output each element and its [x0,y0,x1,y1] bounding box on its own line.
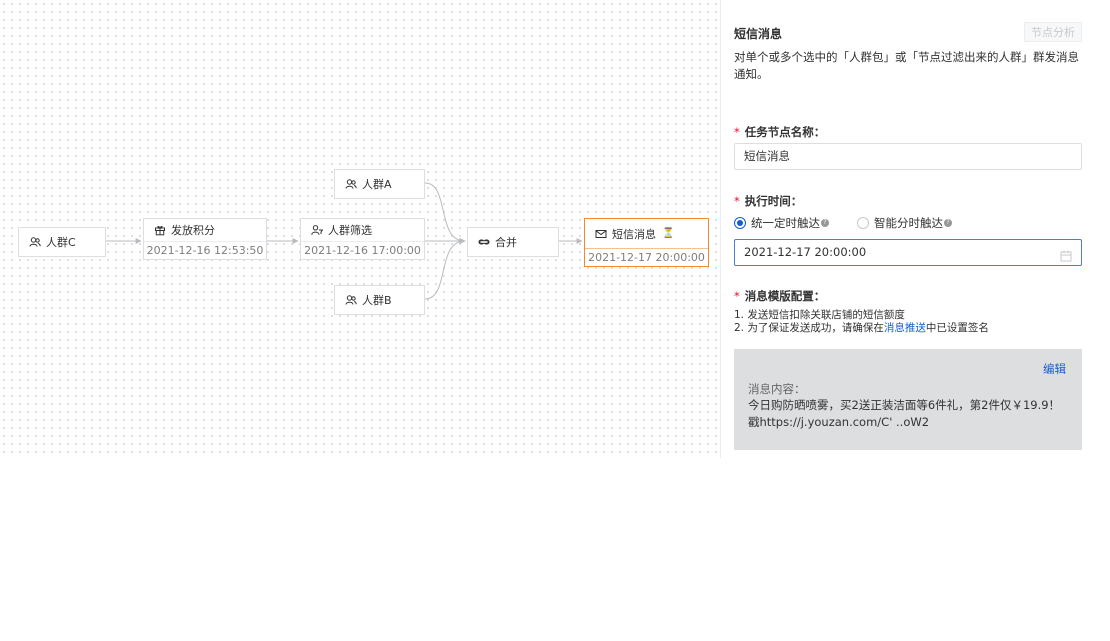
help-icon[interactable]: ? [821,219,829,227]
exec-time-label: * 执行时间： [734,193,802,209]
crowd-icon [345,294,357,306]
edit-template-link[interactable]: 编辑 [1043,361,1066,377]
task-name-label-text: 任务节点名称： [744,125,826,139]
node-crowd-a[interactable]: 人群A [334,169,425,199]
required-mark: * [734,289,740,303]
radio-smart-time-label[interactable]: 智能分时触达 [874,215,943,231]
edge-crowdb-merge [424,238,466,300]
template-config-label-text: 消息模版配置： [744,289,826,303]
node-time: 2021-12-16 17:00:00 [301,241,424,260]
node-label: 发放积分 [171,224,215,237]
user-filter-icon [311,224,323,236]
hourglass-icon: ⏳ [662,228,675,239]
node-crowd-c[interactable]: 人群C [18,227,106,257]
message-content-text: 今日购防晒喷雾，买2送正装洁面等6件礼，第2件仅￥19.9！戳https://j… [748,398,1061,429]
merge-icon [478,236,490,248]
message-template-box: 编辑 消息内容： 今日购防晒喷雾，买2送正装洁面等6件礼，第2件仅￥19.9！戳… [734,349,1082,450]
panel-title: 短信消息 [734,27,783,41]
node-label: 短信消息 [612,227,656,241]
template-config-label: * 消息模版配置： [734,288,825,304]
node-crowd-filter[interactable]: 人群筛选 2021-12-16 17:00:00 [300,218,425,260]
exec-time-label-text: 执行时间： [744,194,803,208]
tip-signature-suffix: 中已设置签名 [925,322,989,334]
node-analysis-button[interactable]: 节点分析 [1024,22,1082,42]
crowd-icon [345,178,357,190]
tip-sms-quota: 1. 发送短信扣除关联店铺的短信额度 [734,309,905,321]
task-name-label: * 任务节点名称： [734,124,825,140]
node-label: 人群B [362,294,392,307]
radio-fixed-time-label[interactable]: 统一定时触达 [751,215,820,231]
node-label: 合并 [495,236,517,249]
node-issue-points[interactable]: 发放积分 2021-12-16 12:53:50 [143,218,267,260]
message-content-label: 消息内容： [748,382,806,396]
crowd-icon [29,236,41,248]
tip-signature: 2. 为了保证发送成功，请确保在消息推送中已设置签名 [734,322,989,335]
calendar-icon[interactable] [1060,246,1072,271]
node-label: 人群筛选 [328,224,372,237]
exec-time-datetime-picker[interactable]: 2021-12-17 20:00:00 [734,239,1082,266]
edge-crowda-merge [424,182,466,244]
node-time: 2021-12-16 12:53:50 [144,241,266,260]
radio-fixed-time[interactable] [734,217,746,229]
gift-icon [154,224,166,236]
radio-smart-time[interactable] [857,217,869,229]
flow-canvas[interactable]: 人群C 发放积分 2021-12-16 12:53:50 人群筛选 2021-1… [0,0,720,458]
required-mark: * [734,125,740,139]
panel-description: 对单个或多个选中的「人群包」或「节点过滤出来的人群」群发消息通知。 [734,50,1079,81]
exec-time-value: 2021-12-17 20:00:00 [744,245,867,259]
help-icon[interactable]: ? [944,219,952,227]
task-name-input[interactable]: 短信消息 [734,143,1082,170]
node-config-panel: 短信消息 节点分析 对单个或多个选中的「人群包」或「节点过滤出来的人群」群发消息… [734,0,1082,458]
node-label: 人群A [362,178,392,191]
message-push-link[interactable]: 消息推送 [884,322,926,334]
node-label: 人群C [46,236,76,249]
mail-icon [595,228,607,240]
template-tips: 1. 发送短信扣除关联店铺的短信额度 2. 为了保证发送成功，请确保在消息推送中… [734,309,989,335]
node-time: 2021-12-17 20:00:00 [585,248,708,267]
panel-divider [720,0,721,458]
required-mark: * [734,194,740,208]
exec-time-options: 统一定时触达 ? 智能分时触达 ? [734,215,952,231]
node-sms-message[interactable]: 短信消息 ⏳ 2021-12-17 20:00:00 [584,218,709,267]
tip-signature-prefix: 2. 为了保证发送成功，请确保在 [734,322,884,334]
node-merge[interactable]: 合并 [467,227,559,257]
node-crowd-b[interactable]: 人群B [334,285,425,315]
